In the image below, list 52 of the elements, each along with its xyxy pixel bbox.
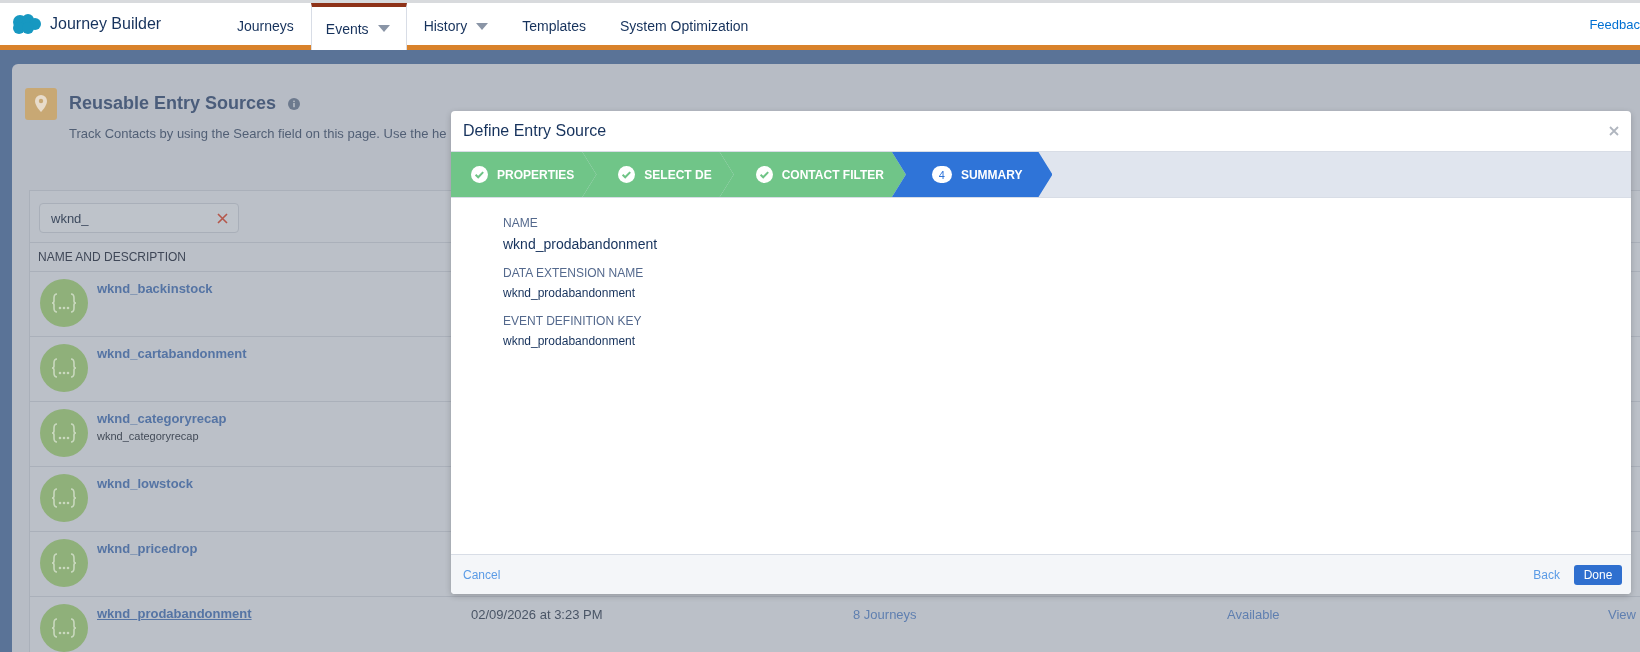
cloud-logo-icon xyxy=(10,12,42,36)
nav-tab[interactable]: Events xyxy=(310,3,407,50)
wizard-step[interactable]: 4 SUMMARY xyxy=(891,152,1053,197)
entry-source-link[interactable]: wknd_cartabandonment xyxy=(97,346,247,361)
field-label: NAME xyxy=(503,216,539,230)
field-value: wknd_prodabandonment xyxy=(503,286,637,300)
entry-source-link[interactable]: wknd_prodabandonment xyxy=(97,606,252,621)
field-label: EVENT DEFINITION KEY xyxy=(503,314,643,328)
date-cell-text: 02/09/2026 at 3:23 PM xyxy=(471,606,604,622)
nav-tab[interactable]: System Optimization xyxy=(603,3,766,45)
done-button[interactable]: Done xyxy=(1574,564,1622,585)
close-icon xyxy=(1609,126,1619,136)
wizard-step[interactable]: PROPERTIES xyxy=(451,152,597,197)
cancel-link[interactable]: Cancel xyxy=(463,567,501,582)
modal-title: Define Entry Source xyxy=(463,122,607,140)
field-value: wknd_prodabandonment xyxy=(503,236,659,252)
wizard-step[interactable]: CONTACT FILTER xyxy=(719,152,906,197)
entry-source-link[interactable]: wknd_categoryrecap xyxy=(97,411,227,426)
info-icon xyxy=(288,97,301,110)
field-label: DATA EXTENSION NAME xyxy=(503,266,645,280)
entry-source-link[interactable]: wknd_pricedrop xyxy=(97,541,198,556)
feedback-link[interactable]: Feedbac xyxy=(1589,16,1640,32)
journeys-link[interactable]: 8 Journeys xyxy=(853,597,1227,622)
braces-icon xyxy=(40,409,88,457)
clear-icon xyxy=(217,212,228,224)
status-cell-text: Available xyxy=(1227,606,1281,622)
page-title: Reusable Entry Sources xyxy=(69,93,277,114)
check-icon xyxy=(755,166,773,183)
check-icon xyxy=(471,166,488,183)
nav-tab[interactable]: Templates xyxy=(505,3,603,45)
check-icon xyxy=(618,166,636,183)
braces-icon xyxy=(40,279,88,327)
entry-source-link[interactable]: wknd_lowstock xyxy=(97,476,194,491)
entry-description: wknd_categoryrecap xyxy=(97,430,200,442)
entry-source-link[interactable]: wknd_backinstock xyxy=(97,281,213,296)
search-field[interactable]: wknd_ xyxy=(39,203,239,233)
braces-icon xyxy=(40,474,88,522)
braces-icon xyxy=(40,604,88,652)
back-link[interactable]: Back xyxy=(1533,567,1560,582)
braces-icon xyxy=(40,539,88,587)
field-value: wknd_prodabandonment xyxy=(503,334,637,348)
nav-tab[interactable]: Journeys xyxy=(220,3,311,45)
close-button[interactable] xyxy=(1607,124,1621,138)
nav-tab[interactable]: History xyxy=(406,3,506,45)
page-description: Track Contacts by using the Search field on this page. Use the he xyxy=(69,126,447,141)
braces-icon xyxy=(40,344,88,392)
wizard-step[interactable]: SELECT DE xyxy=(582,152,734,197)
view-link[interactable]: View xyxy=(1608,597,1640,622)
step-number: 4 xyxy=(931,166,952,183)
app-title: Journey Builder xyxy=(50,15,162,33)
column-header: NAME AND DESCRIPTION xyxy=(38,250,187,264)
map-pin-icon xyxy=(25,88,57,120)
